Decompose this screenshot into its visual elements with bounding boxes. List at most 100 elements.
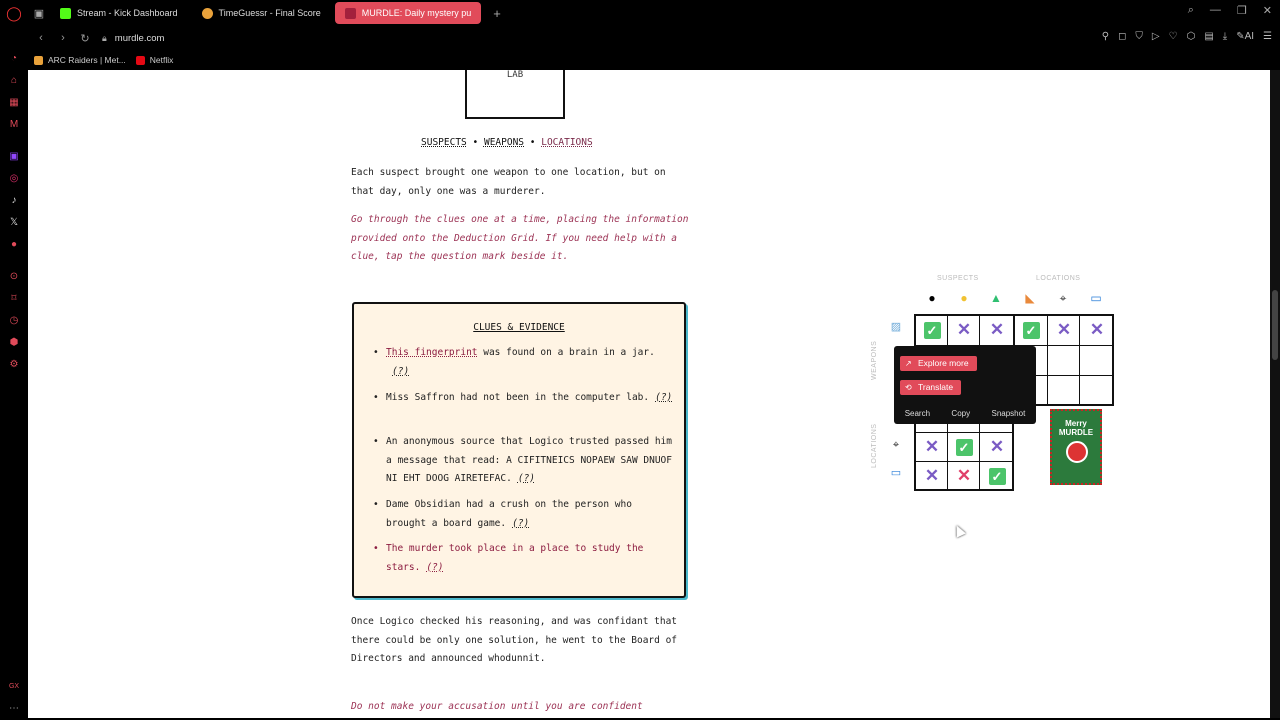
tab-label: TimeGuessr - Final Score (218, 8, 321, 18)
speed-dial-icon[interactable]: ◔ (8, 52, 20, 64)
ai-icon[interactable]: ✎AI (1236, 31, 1254, 42)
tab-kick[interactable]: Stream - Kick Dashboard (50, 2, 188, 24)
bookmarks-icon[interactable]: ⌑ (8, 292, 20, 304)
extensions-sidebar-icon[interactable]: ⬢ (8, 336, 20, 348)
location-telescope-row-icon[interactable]: ⌖ (888, 438, 904, 452)
bullet: • (373, 499, 379, 510)
tab-label: Stream - Kick Dashboard (77, 8, 178, 18)
clue-3: • An anonymous source that Logico truste… (373, 433, 676, 489)
new-tab-button[interactable]: + (485, 6, 509, 21)
copy-action[interactable]: Copy (951, 409, 970, 418)
x-mark-icon[interactable]: ✕ (981, 432, 1013, 462)
search-action[interactable]: Search (905, 409, 930, 418)
scrollbar-track[interactable] (1270, 70, 1280, 718)
clues-evidence-box: CLUES & EVIDENCE • This fingerprint was … (352, 302, 686, 598)
scrollbar-thumb[interactable] (1272, 290, 1278, 360)
bullet: • (373, 347, 379, 358)
x-mark-icon[interactable]: ✕ (948, 315, 980, 345)
clue-5: • The murder took place in a place to st… (373, 540, 676, 577)
grid-cell[interactable]: ✓ (981, 461, 1013, 491)
back-icon[interactable]: ‹ (32, 32, 50, 44)
location-pizzeria-icon[interactable]: ◣ (1023, 291, 1037, 305)
bookmark-favicon-icon (34, 55, 43, 65)
forward-icon[interactable]: › (54, 32, 72, 44)
address-bar: ‹ › ↻ 🔒︎ murdle.com ⚲ ◻ ⛉ ▷ ♡ ⬡ ▤ ⤓ ✎AI … (28, 26, 1280, 50)
twitch-icon[interactable]: ▣ (8, 150, 20, 162)
x-mark-icon[interactable]: ✕ (916, 461, 948, 491)
clue-help-button[interactable]: (?) (518, 473, 535, 484)
clue-help-button[interactable]: (?) (655, 392, 672, 403)
check-mark-icon: ✓ (955, 438, 973, 456)
locations-link[interactable]: LOCATIONS (541, 137, 592, 148)
location-observatory-icon[interactable]: ⌖ (1056, 291, 1070, 305)
suspect-saffron-icon[interactable]: ● (957, 291, 971, 305)
weapons-link[interactable]: WEAPONS (484, 137, 524, 148)
x-mark-icon[interactable]: ✕ (981, 315, 1013, 345)
maximize-icon[interactable]: ❐ (1237, 4, 1247, 17)
history-icon[interactable]: ◷ (8, 314, 20, 326)
player-icon[interactable]: ⊙ (8, 270, 20, 282)
wallet-icon[interactable]: ▤ (1204, 31, 1213, 42)
download-icon[interactable]: ⤓ (1223, 31, 1227, 42)
tab-bar: ◯ ▣ Stream - Kick Dashboard TimeGuessr -… (0, 0, 1280, 26)
x-mark-icon[interactable]: ✕ (1081, 315, 1113, 345)
extensions-icon[interactable]: ⬡ (1187, 31, 1196, 42)
warning-paragraph: Do not make your accusation until you ar… (351, 701, 643, 712)
bookmark-netflix[interactable]: Netflix (135, 55, 173, 65)
grid-cell[interactable]: ✓ (1015, 315, 1047, 345)
x-icon[interactable]: 𝕏 (8, 216, 20, 228)
pin-icon[interactable]: ⚲ (1102, 31, 1109, 42)
x-mark-icon[interactable]: ✕ (916, 432, 948, 462)
tab-menu-icon[interactable]: ▣ (28, 0, 50, 26)
x-mark-icon[interactable]: ✕ (1048, 315, 1080, 345)
minimize-icon[interactable]: — (1210, 4, 1221, 17)
location-computer-row-icon[interactable]: ▭ (888, 466, 904, 480)
x-mark-icon[interactable]: ✕ (948, 461, 980, 491)
bullet: • (373, 436, 379, 447)
grid-header-locations: LOCATIONS (1036, 275, 1081, 282)
explore-more-button[interactable]: ↗ Explore more (900, 356, 977, 371)
grid-cell[interactable]: ✓ (948, 432, 980, 462)
tab-murdle[interactable]: MURDLE: Daily mystery pu (334, 2, 482, 24)
gx-logo-icon[interactable]: GX (8, 680, 20, 692)
grid-side-weapons: WEAPONS (871, 340, 878, 380)
music-icon[interactable]: ● (8, 238, 20, 250)
shield-icon[interactable]: ⛉ (1135, 31, 1143, 42)
suspect-logico-icon[interactable]: ▲ (989, 291, 1003, 305)
play-icon[interactable]: ▷ (1152, 31, 1160, 42)
translate-button[interactable]: ⟲ Translate (900, 380, 962, 395)
tiktok-icon[interactable]: ♪ (8, 194, 20, 206)
url-field[interactable]: murdle.com (115, 33, 165, 44)
weapon-painting-icon[interactable]: ▨ (888, 320, 904, 334)
location-computer-lab-icon[interactable]: ▭ (1089, 291, 1103, 305)
location-card: LAB (465, 70, 565, 119)
clue-help-button[interactable]: (?) (392, 366, 409, 377)
close-icon[interactable]: ✕ (1263, 4, 1272, 17)
snapshot-icon[interactable]: ◻ (1118, 31, 1126, 42)
suspects-link[interactable]: SUSPECTS (421, 137, 467, 148)
messenger-icon[interactable]: M (8, 118, 20, 130)
merry-murdle-book-ad[interactable]: Merry MURDLE (1050, 409, 1102, 485)
opera-logo-icon[interactable]: ◯ (0, 0, 28, 26)
search-tabs-icon[interactable]: ⌕ (1188, 4, 1194, 17)
heart-icon[interactable]: ♡ (1169, 31, 1178, 42)
bookmarks-bar: ARC Raiders | Met... Netflix (28, 50, 1280, 70)
snapshot-action[interactable]: Snapshot (991, 409, 1025, 418)
tab-timeguessr[interactable]: TimeGuessr - Final Score (192, 2, 331, 24)
suspect-obsidian-icon[interactable]: ● (925, 291, 939, 305)
toolbar-icons: ⚲ ◻ ⛉ ▷ ♡ ⬡ ▤ ⤓ ✎AI ☰ (1102, 31, 1272, 42)
clue-help-button[interactable]: (?) (512, 518, 529, 529)
bookmark-arc-raiders[interactable]: ARC Raiders | Met... (34, 55, 126, 65)
gx-control-icon[interactable]: ⌂ (8, 74, 20, 86)
grid-cell[interactable]: ✓ (916, 315, 948, 345)
lock-icon[interactable]: 🔒︎ (102, 33, 107, 44)
fingerprint-link[interactable]: This fingerprint (386, 347, 478, 358)
clue-help-button[interactable]: (?) (426, 562, 443, 573)
menu-icon[interactable]: ☰ (1263, 31, 1272, 42)
text-selection-popup: ↗ Explore more ⟲ Translate Search Copy Sna… (894, 346, 1036, 424)
instagram-icon[interactable]: ◎ (8, 172, 20, 184)
more-icon[interactable]: ⋯ (8, 702, 20, 714)
reload-icon[interactable]: ↻ (76, 32, 94, 45)
settings-icon[interactable]: ⚙ (8, 358, 20, 370)
cleaner-icon[interactable]: ▦ (8, 96, 20, 108)
